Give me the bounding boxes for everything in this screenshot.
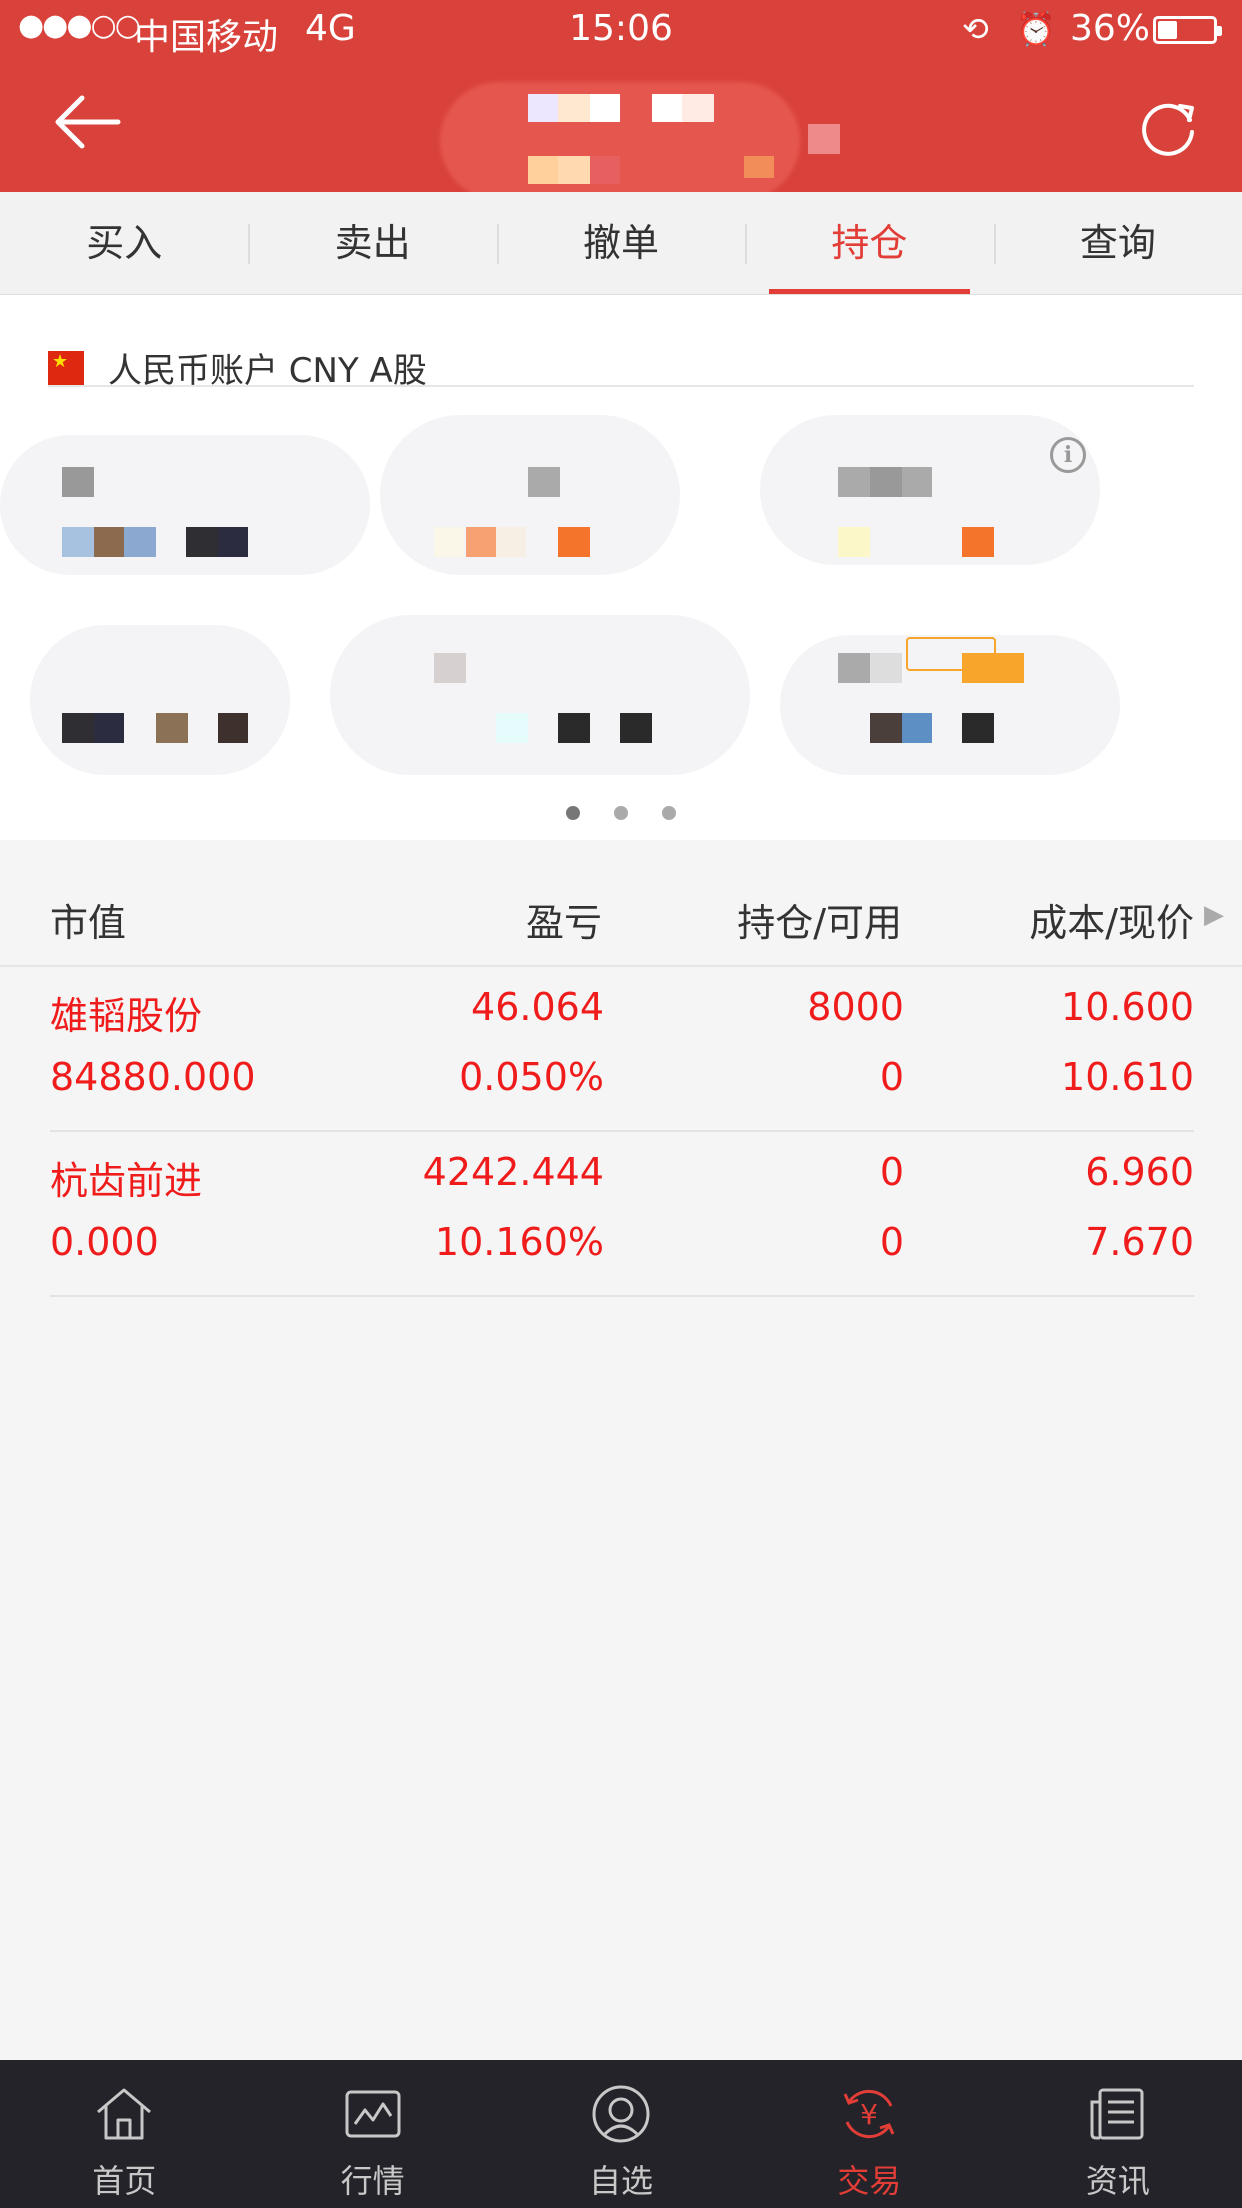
bottom-tab-bar: 首页 行情 自选 ¥ 交易 资讯 — [0, 2060, 1242, 2208]
svg-text:¥: ¥ — [861, 2098, 879, 2131]
alarm-icon: ⏰ — [1016, 10, 1056, 48]
nav-title-redacted — [440, 72, 840, 200]
tab-positions[interactable]: 持仓 — [745, 192, 993, 294]
tabbar-label: 资讯 — [1085, 2162, 1150, 2200]
info-icon[interactable]: i — [1050, 437, 1086, 473]
tabbar-label: 首页 — [92, 2162, 157, 2200]
tabbar-trade[interactable]: ¥ 交易 — [745, 2060, 993, 2208]
rotation-lock-icon: ⟲ — [962, 10, 989, 48]
pnl-percent: 10.160% — [434, 1220, 604, 1264]
tabbar-label: 交易 — [837, 2162, 902, 2200]
page-dot — [614, 806, 628, 820]
cost-price: 6.960 — [1085, 1150, 1194, 1194]
tabbar-label: 自选 — [589, 2162, 654, 2200]
trade-tabs: 买入 卖出 撤单 持仓 查询 — [0, 192, 1242, 295]
table-header: 市值 盈亏 持仓/可用 成本/现价 ▶ — [0, 870, 1242, 967]
battery-fill — [1158, 21, 1177, 39]
table-row[interactable]: 杭齿前进 4242.444 0 6.960 0.000 10.160% 0 7.… — [50, 1132, 1194, 1297]
tabbar-watchlist[interactable]: 自选 — [497, 2060, 745, 2208]
chart-icon — [345, 2090, 401, 2138]
market-value: 0.000 — [50, 1220, 159, 1264]
account-summary-card[interactable]: ★ 人民币账户 CNY A股 i — [0, 295, 1242, 840]
refresh-icon[interactable] — [1136, 96, 1200, 160]
news-icon — [1090, 2088, 1144, 2140]
tab-query[interactable]: 查询 — [993, 192, 1242, 294]
home-icon — [97, 2088, 152, 2140]
back-arrow-icon[interactable] — [52, 92, 122, 152]
header-position-available: 持仓/可用 — [737, 901, 902, 945]
account-header: ★ 人民币账户 CNY A股 — [48, 321, 1194, 391]
user-circle-icon — [592, 2085, 650, 2143]
tab-buy[interactable]: 买入 — [0, 192, 248, 294]
current-price: 7.670 — [1085, 1220, 1194, 1264]
pnl-percent: 0.050% — [459, 1055, 604, 1099]
page-indicator — [0, 805, 1242, 824]
battery-icon — [1153, 16, 1222, 44]
tabbar-news[interactable]: 资讯 — [994, 2060, 1242, 2208]
pnl-amount: 46.064 — [471, 985, 604, 1029]
header-pnl: 盈亏 — [525, 901, 602, 945]
market-value: 84880.000 — [50, 1055, 256, 1099]
account-label: 人民币账户 CNY A股 — [108, 351, 427, 391]
position-qty: 0 — [879, 1150, 904, 1194]
pnl-amount: 4242.444 — [422, 1150, 604, 1194]
header-market-value: 市值 — [50, 901, 127, 945]
tabbar-label: 行情 — [340, 2162, 405, 2200]
holdings-table: 市值 盈亏 持仓/可用 成本/现价 ▶ 雄韬股份 46.064 8000 10.… — [0, 870, 1242, 2060]
position-qty: 8000 — [807, 985, 904, 1029]
page-dot — [566, 806, 580, 820]
redacted-metric — [30, 625, 290, 775]
status-bar: ●●●○○ 中国移动 4G 15:06 ⟲ ⏰ 36% — [0, 0, 1242, 62]
chevron-right-icon[interactable]: ▶ — [1204, 900, 1224, 930]
available-qty: 0 — [879, 1055, 904, 1099]
redacted-metric — [0, 435, 370, 575]
table-row[interactable]: 雄韬股份 46.064 8000 10.600 84880.000 0.050%… — [50, 967, 1194, 1132]
tab-sell[interactable]: 卖出 — [248, 192, 496, 294]
page-dot — [662, 806, 676, 820]
cost-price: 10.600 — [1061, 985, 1194, 1029]
current-price: 10.610 — [1061, 1055, 1194, 1099]
stock-name: 雄韬股份 — [50, 994, 203, 1038]
battery-percent: 36% — [1070, 8, 1151, 49]
stock-name: 杭齿前进 — [50, 1159, 203, 1203]
yuan-trade-icon: ¥ — [844, 2089, 895, 2139]
tab-cancel-order[interactable]: 撤单 — [496, 192, 745, 294]
header: ●●●○○ 中国移动 4G 15:06 ⟲ ⏰ 36% — [0, 0, 1242, 200]
china-flag-icon: ★ — [48, 351, 84, 385]
tabbar-market[interactable]: 行情 — [248, 2060, 496, 2208]
header-cost-price[interactable]: 成本/现价 — [1029, 892, 1194, 947]
redaction-blob — [440, 82, 800, 200]
redacted-metric — [330, 615, 750, 775]
available-qty: 0 — [879, 1220, 904, 1264]
tabbar-home[interactable]: 首页 — [0, 2060, 248, 2208]
